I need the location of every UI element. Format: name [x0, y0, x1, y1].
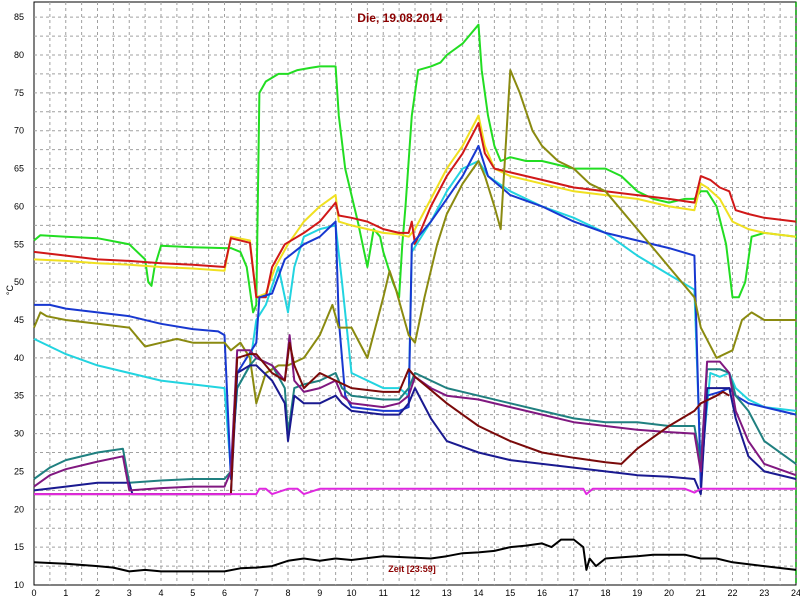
x-tick-label: 8: [285, 588, 290, 598]
y-tick-label: 25: [14, 466, 24, 476]
y-tick-label: 85: [14, 12, 24, 22]
y-tick-label: 35: [14, 391, 24, 401]
x-tick-label: 22: [727, 588, 737, 598]
temperature-chart: 10152025303540455055606570758085 0123456…: [5, 1, 800, 598]
y-tick-label: 20: [14, 504, 24, 514]
x-tick-label: 17: [569, 588, 579, 598]
x-tick-label: 13: [442, 588, 452, 598]
y-tick-label: 15: [14, 542, 24, 552]
y-axis-label: °C: [5, 284, 15, 295]
x-tick-label: 16: [537, 588, 547, 598]
y-tick-label: 55: [14, 239, 24, 249]
x-tick-label: 23: [759, 588, 769, 598]
y-tick-label: 75: [14, 88, 24, 98]
y-tick-label: 65: [14, 164, 24, 174]
x-tick-label: 18: [600, 588, 610, 598]
time-label: Zeit [23:59]: [388, 564, 436, 574]
x-tick-label: 11: [379, 588, 388, 598]
x-tick-label: 0: [31, 588, 36, 598]
chart-title: Die, 19.08.2014: [357, 11, 443, 25]
x-tick-label: 3: [127, 588, 132, 598]
y-tick-label: 50: [14, 277, 24, 287]
x-tick-label: 24: [791, 588, 800, 598]
y-tick-label: 40: [14, 353, 24, 363]
x-tick-label: 21: [696, 588, 706, 598]
y-tick-label: 45: [14, 315, 24, 325]
y-tick-label: 60: [14, 201, 24, 211]
x-tick-label: 1: [63, 588, 68, 598]
x-tick-label: 7: [254, 588, 259, 598]
x-tick-label: 9: [317, 588, 322, 598]
x-tick-labels: 0 1 2 3 4 5 6 7 8 9 10 11 12 13 14 15 16 17 18 19 20 21 22 23 24: [31, 588, 800, 598]
x-tick-label: 10: [346, 588, 356, 598]
y-tick-label: 30: [14, 429, 24, 439]
y-tick-label: 10: [14, 580, 24, 590]
x-tick-label: 4: [158, 588, 163, 598]
y-tick-label: 70: [14, 126, 24, 136]
y-tick-labels: 10 15 20 25 30 35 40 45 50 55 60 65 70 75 80 85: [14, 12, 24, 590]
x-tick-label: 2: [95, 588, 100, 598]
x-tick-label: 12: [410, 588, 420, 598]
x-tick-label: 14: [473, 588, 483, 598]
y-tick-label: 80: [14, 50, 24, 60]
x-tick-label: 15: [505, 588, 515, 598]
x-tick-label: 5: [190, 588, 195, 598]
x-tick-label: 6: [222, 588, 227, 598]
x-tick-label: 20: [664, 588, 674, 598]
x-tick-label: 19: [632, 588, 642, 598]
